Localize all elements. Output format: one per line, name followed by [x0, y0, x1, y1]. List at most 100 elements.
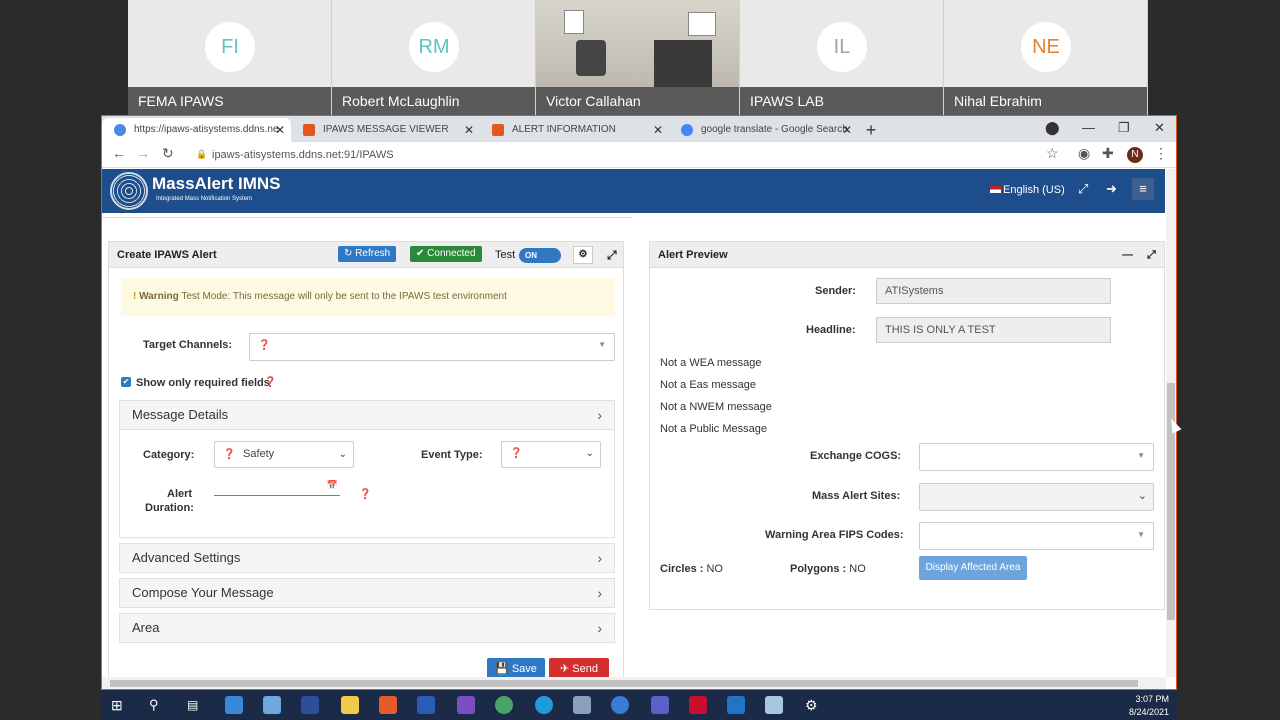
- skype-icon[interactable]: [379, 696, 397, 714]
- close-icon[interactable]: ✕: [842, 118, 852, 142]
- close-icon[interactable]: ✕: [653, 118, 663, 142]
- participant-video-tile[interactable]: Victor Callahan: [536, 0, 740, 115]
- mass-alert-sites-label: Mass Alert Sites:: [812, 490, 901, 502]
- mail-icon[interactable]: [225, 696, 243, 714]
- category-value: Safety: [243, 448, 275, 460]
- page-content: MassAlert IMNS Integrated Mass Notificat…: [102, 169, 1165, 689]
- restore-button[interactable]: ❐: [1118, 116, 1130, 142]
- avatar: NE: [1021, 22, 1071, 72]
- profile-avatar[interactable]: N: [1127, 147, 1143, 163]
- speaker-device: [576, 40, 606, 76]
- participant-name: Victor Callahan: [536, 87, 739, 115]
- close-icon[interactable]: ✕: [275, 118, 285, 142]
- participant-tile[interactable]: FI FEMA IPAWS: [128, 0, 332, 115]
- minimize-button[interactable]: —: [1082, 116, 1095, 142]
- notepad-icon[interactable]: [765, 696, 783, 714]
- chrome-icon[interactable]: [495, 696, 513, 714]
- help-icon: ❓: [359, 489, 372, 500]
- task-view-icon[interactable]: ▤: [187, 696, 205, 714]
- fips-codes-select[interactable]: ▼: [919, 522, 1154, 550]
- tools-icon[interactable]: [573, 696, 591, 714]
- connected-label: Connected: [427, 248, 476, 259]
- windows-taskbar: ⊞ ⚲ ▤ ⚙ 3:07 PM 8/24/2021: [101, 690, 1177, 720]
- remote-icon[interactable]: [611, 696, 629, 714]
- logout-icon[interactable]: ➜: [1106, 181, 1117, 197]
- sender-field[interactable]: ATISystems: [876, 278, 1111, 304]
- powershell-icon[interactable]: [301, 696, 319, 714]
- advanced-settings-section[interactable]: Advanced Settings ›: [119, 543, 615, 573]
- participant-tile[interactable]: RM Robert McLaughlin: [332, 0, 536, 115]
- fullscreen-icon[interactable]: ⤢: [1078, 181, 1088, 197]
- test-toggle[interactable]: ON: [519, 248, 561, 263]
- panel-title: Alert Preview: [658, 249, 728, 261]
- url-field[interactable]: ipaws-atisystems.ddns.net:91/IPAWS: [212, 142, 394, 168]
- category-select[interactable]: ❓ Safety ⌄: [214, 441, 354, 468]
- language-selector[interactable]: English (US): [990, 184, 1065, 196]
- section-title: Compose Your Message: [132, 585, 274, 600]
- hamburger-menu-button[interactable]: ≡: [1132, 178, 1154, 200]
- windows-start-icon[interactable]: ⊞: [111, 696, 129, 714]
- file-explorer-icon[interactable]: [341, 696, 359, 714]
- kebab-menu-icon[interactable]: ⋮: [1154, 145, 1168, 162]
- send-label: Send: [572, 663, 598, 675]
- puzzle-icon[interactable]: ✚: [1102, 145, 1114, 162]
- message-details-section[interactable]: Message Details ›: [119, 400, 615, 430]
- participant-tile[interactable]: NE Nihal Ebrahim: [944, 0, 1148, 115]
- back-icon[interactable]: ←: [112, 145, 126, 161]
- mass-alert-sites-select[interactable]: ⌄: [919, 483, 1154, 511]
- alert-duration-input[interactable]: 📅: [214, 478, 340, 496]
- header-divider: [102, 213, 632, 218]
- new-tab-button[interactable]: +: [858, 118, 884, 142]
- headline-field[interactable]: THIS IS ONLY A TEST: [876, 317, 1111, 343]
- fips-codes-label: Warning Area FIPS Codes:: [765, 529, 904, 541]
- compose-message-section[interactable]: Compose Your Message ›: [119, 578, 615, 608]
- chevron-right-icon: ›: [597, 620, 602, 636]
- browser-tab[interactable]: ALERT INFORMATION ✕: [480, 118, 669, 142]
- event-type-label: Event Type:: [421, 449, 483, 461]
- site-icon: [492, 124, 504, 136]
- system-clock[interactable]: 3:07 PM 8/24/2021: [1129, 693, 1169, 719]
- show-required-label: Show only required fields: [136, 377, 270, 389]
- required-fields-checkbox[interactable]: ✔: [121, 377, 131, 387]
- participant-tile[interactable]: IL IPAWS LAB: [740, 0, 944, 115]
- expand-icon[interactable]: ⤢: [1147, 242, 1156, 268]
- window-app-icon[interactable]: [263, 696, 281, 714]
- avatar: RM: [409, 22, 459, 72]
- language-label: English (US): [1003, 184, 1065, 196]
- settings-icon[interactable]: ⚙: [805, 696, 823, 714]
- scrollbar-thumb[interactable]: [110, 680, 1138, 687]
- acrobat-icon[interactable]: [689, 696, 707, 714]
- visual-studio-icon[interactable]: [457, 696, 475, 714]
- star-icon[interactable]: ☆: [1046, 145, 1059, 162]
- browser-tab[interactable]: google translate - Google Search ✕: [669, 118, 858, 142]
- refresh-button[interactable]: ↻ Refresh: [338, 246, 397, 262]
- target-channels-select[interactable]: ❓ ▼: [249, 333, 615, 361]
- tab-label: google translate - Google Search: [701, 124, 848, 135]
- display-affected-area-button[interactable]: Display Affected Area: [919, 556, 1027, 580]
- site-icon: [303, 124, 315, 136]
- edge-icon[interactable]: [535, 696, 553, 714]
- calendar-icon[interactable]: 📅: [327, 480, 338, 491]
- tab-search-icon[interactable]: ⬤: [1045, 116, 1060, 142]
- exchange-cogs-select[interactable]: ▼: [919, 443, 1154, 471]
- chevron-right-icon: ›: [597, 407, 602, 423]
- chevron-down-icon: ⌄: [338, 449, 347, 460]
- reload-icon[interactable]: ↻: [162, 145, 174, 162]
- teams-icon[interactable]: [651, 696, 669, 714]
- word-icon[interactable]: [417, 696, 435, 714]
- outlook-icon[interactable]: [727, 696, 745, 714]
- close-icon[interactable]: ✕: [464, 118, 474, 142]
- horizontal-scrollbar[interactable]: [102, 677, 1166, 689]
- event-type-select[interactable]: ❓ ⌄: [501, 441, 601, 468]
- help-icon: ❓: [223, 449, 236, 460]
- browser-tab[interactable]: IPAWS MESSAGE VIEWER ✕: [291, 118, 480, 142]
- forward-icon[interactable]: →: [136, 145, 150, 161]
- gear-icon[interactable]: ⚙: [573, 246, 593, 264]
- extension-icon[interactable]: ◉: [1078, 145, 1090, 162]
- search-icon[interactable]: ⚲: [149, 696, 167, 714]
- expand-icon[interactable]: ⤢: [607, 242, 617, 268]
- browser-tab[interactable]: https://ipaws-atisystems.ddns.ne ✕: [102, 118, 291, 142]
- area-section[interactable]: Area ›: [119, 613, 615, 643]
- minimize-panel-icon[interactable]: —: [1122, 242, 1133, 268]
- close-window-button[interactable]: ✕: [1154, 116, 1165, 142]
